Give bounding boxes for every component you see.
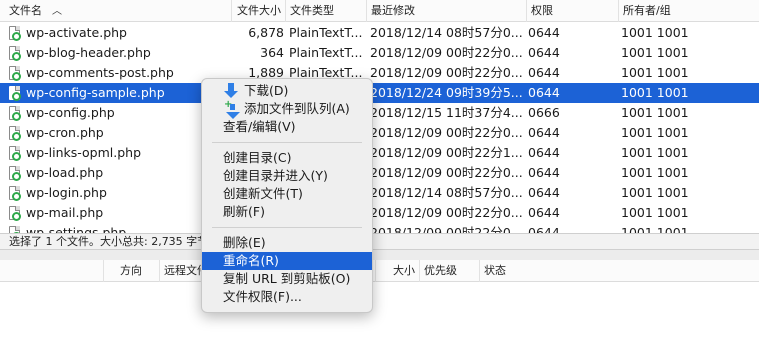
file-row[interactable]: wp-activate.php 6,878 PlainTextT... 2018/12… — [0, 23, 759, 43]
file-row[interactable]: wp-cron.php 2018/12/09 00时22分0... 0644 1001… — [0, 123, 759, 143]
remote-file-list: 文件名 ︿ 文件大小 文件类型 最近修改 权限 所有者/组 wp-activate… — [0, 0, 759, 233]
file-modified: 2018/12/09 00时22分1... — [370, 145, 522, 160]
file-permissions: 0644 — [528, 225, 560, 233]
context-menu: 下载(D) + 添加文件到队列(A) 查看/编辑(V) 创建目录(C) 创建目录… — [201, 78, 373, 313]
file-type: PlainTextT... — [289, 45, 363, 60]
file-permissions: 0644 — [528, 125, 560, 140]
php-file-icon — [9, 186, 21, 201]
menu-item-create-directory[interactable]: 创建目录(C) — [202, 149, 372, 167]
file-name: wp-activate.php — [26, 25, 127, 40]
file-permissions: 0644 — [528, 65, 560, 80]
menu-separator — [212, 227, 362, 228]
file-permissions: 0644 — [528, 25, 560, 40]
queue-column-direction[interactable]: 方向 — [104, 260, 160, 282]
menu-item-download[interactable]: 下载(D) — [202, 82, 372, 100]
file-owner: 1001 1001 — [621, 185, 689, 200]
file-modified: 2018/12/14 08时57分0... — [370, 185, 522, 200]
download-icon — [224, 83, 238, 99]
file-owner: 1001 1001 — [621, 225, 689, 233]
column-header-type[interactable]: 文件类型 — [286, 0, 367, 22]
file-modified: 2018/12/09 00时22分0... — [370, 165, 522, 180]
file-name: wp-blog-header.php — [26, 45, 151, 60]
file-owner: 1001 1001 — [621, 25, 689, 40]
file-owner: 1001 1001 — [621, 85, 689, 100]
file-owner: 1001 1001 — [621, 125, 689, 140]
queue-header: 方向 远程文件 大小 优先级 状态 — [0, 260, 759, 282]
queue-column-status[interactable]: 状态 — [480, 260, 759, 282]
sort-ascending-icon: ︿ — [52, 6, 62, 17]
file-permissions: 0666 — [528, 105, 560, 120]
file-permissions: 0644 — [528, 85, 560, 100]
add-to-queue-icon: + — [224, 100, 240, 119]
column-header-owner[interactable]: 所有者/组 — [619, 0, 759, 22]
file-owner: 1001 1001 — [621, 145, 689, 160]
menu-item-file-permissions[interactable]: 文件权限(F)... — [202, 288, 372, 306]
php-file-icon — [9, 66, 21, 81]
file-row[interactable]: wp-login.php 2018/12/14 08时57分0... 0644 100… — [0, 183, 759, 203]
status-bar: 选择了 1 个文件。大小总共: 2,735 字节 — [0, 233, 759, 250]
file-permissions: 0644 — [528, 45, 560, 60]
file-owner: 1001 1001 — [621, 165, 689, 180]
file-modified: 2018/12/09 00时22分0... — [370, 65, 522, 80]
file-permissions: 0644 — [528, 165, 560, 180]
file-type: PlainTextT... — [289, 25, 363, 40]
file-list-header: 文件名 ︿ 文件大小 文件类型 最近修改 权限 所有者/组 — [0, 0, 759, 22]
file-row[interactable]: wp-config-sample.php 2018/12/24 09时39分5..… — [0, 83, 759, 103]
column-header-modified[interactable]: 最近修改 — [367, 0, 527, 22]
file-owner: 1001 1001 — [621, 205, 689, 220]
column-header-name[interactable]: 文件名 ︿ — [0, 0, 232, 22]
php-file-icon — [9, 166, 21, 181]
file-permissions: 0644 — [528, 185, 560, 200]
file-modified: 2018/12/09 00时22分0... — [370, 45, 522, 60]
php-file-icon — [9, 106, 21, 121]
file-permissions: 0644 — [528, 145, 560, 160]
file-modified: 2018/12/09 00时22分0... — [370, 125, 522, 140]
file-row[interactable]: wp-settings.php 2018/12/09 00时22分0... 0644… — [0, 223, 759, 233]
file-modified: 2018/12/09 00时22分0... — [370, 225, 522, 233]
php-file-icon — [9, 206, 21, 221]
php-file-icon — [9, 46, 21, 61]
file-row[interactable]: wp-config.php 2018/12/15 11时37分4... 0666 10… — [0, 103, 759, 123]
file-row[interactable]: wp-comments-post.php 1,889 PlainTextT... 20… — [0, 63, 759, 83]
menu-separator — [212, 142, 362, 143]
column-header-size[interactable]: 文件大小 — [232, 0, 286, 22]
menu-item-add-to-queue-label: 添加文件到队列(A) — [244, 101, 350, 116]
file-modified: 2018/12/24 09时39分5... — [370, 85, 522, 100]
menu-item-refresh[interactable]: 刷新(F) — [202, 203, 372, 221]
file-row[interactable]: wp-load.php 2018/12/09 00时22分0... 0644 1001… — [0, 163, 759, 183]
file-row[interactable]: wp-blog-header.php 364 PlainTextT... 2018/1… — [0, 43, 759, 63]
menu-item-delete[interactable]: 删除(E) — [202, 234, 372, 252]
menu-item-copy-url[interactable]: 复制 URL 到剪贴板(O) — [202, 270, 372, 288]
php-file-icon — [9, 146, 21, 161]
file-owner: 1001 1001 — [621, 45, 689, 60]
file-size: 6,878 — [248, 25, 284, 40]
php-file-icon — [9, 226, 21, 233]
menu-item-view-edit[interactable]: 查看/编辑(V) — [202, 118, 372, 136]
queue-column-server[interactable] — [0, 260, 104, 282]
menu-item-rename[interactable]: 重命名(R) — [202, 252, 372, 270]
file-modified: 2018/12/15 11时37分4... — [370, 105, 522, 120]
file-modified: 2018/12/09 00时22分0... — [370, 205, 522, 220]
queue-column-size[interactable]: 大小 — [376, 260, 420, 282]
column-header-name-label: 文件名 — [9, 4, 42, 17]
menu-item-create-file[interactable]: 创建新文件(T) — [202, 185, 372, 203]
file-row[interactable]: wp-mail.php 2018/12/09 00时22分0... 0644 1001… — [0, 203, 759, 223]
file-permissions: 0644 — [528, 205, 560, 220]
php-file-icon — [9, 26, 21, 41]
php-file-icon — [9, 126, 21, 141]
column-header-permissions[interactable]: 权限 — [527, 0, 619, 22]
menu-item-create-directory-enter[interactable]: 创建目录并进入(Y) — [202, 167, 372, 185]
file-owner: 1001 1001 — [621, 105, 689, 120]
menu-item-download-label: 下载(D) — [244, 83, 289, 98]
php-file-icon — [9, 86, 21, 101]
queue-column-priority[interactable]: 优先级 — [420, 260, 480, 282]
file-modified: 2018/12/14 08时57分0... — [370, 25, 522, 40]
transfer-queue: 方向 远程文件 大小 优先级 状态 — [0, 250, 759, 347]
menu-item-add-to-queue[interactable]: + 添加文件到队列(A) — [202, 100, 372, 119]
file-size: 364 — [260, 45, 284, 60]
file-row[interactable]: wp-links-opml.php 2018/12/09 00时22分1... 06… — [0, 143, 759, 163]
file-owner: 1001 1001 — [621, 65, 689, 80]
